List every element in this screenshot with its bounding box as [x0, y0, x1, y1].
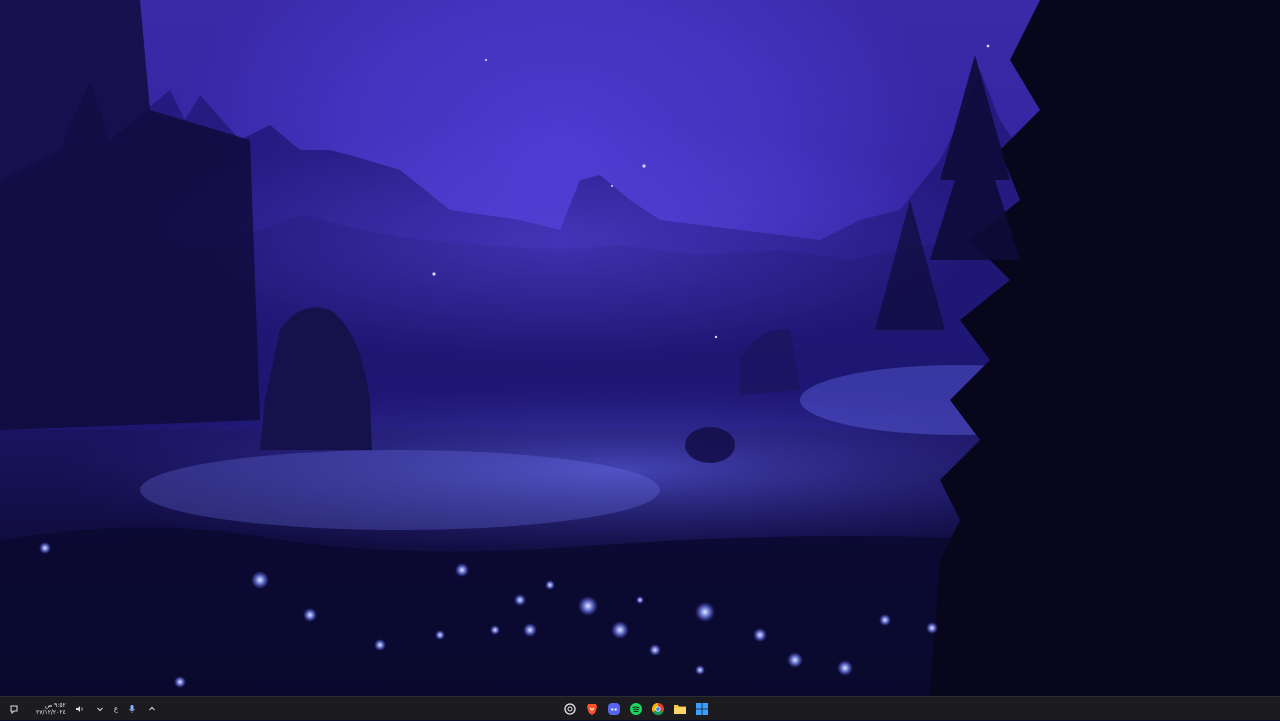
folder-icon[interactable]: [672, 701, 688, 717]
discord-icon[interactable]: [606, 701, 622, 717]
volume-icon[interactable]: [74, 703, 86, 715]
pinned-apps: [562, 697, 710, 721]
spotify-icon[interactable]: [628, 701, 644, 717]
left-forest-shadow: [0, 0, 260, 430]
notification-icon[interactable]: [8, 703, 20, 715]
chrome-icon[interactable]: [650, 701, 666, 717]
clock-date: ٢٧/١٢/٢٠٢٤: [36, 709, 66, 716]
desktop-wallpaper: [0, 0, 1280, 696]
windows-icon[interactable]: [694, 701, 710, 717]
language-indicator[interactable]: ع: [114, 705, 118, 713]
clock-time: ٩:٥٢ ص: [44, 702, 66, 709]
clock[interactable]: ٩:٥٢ ص ٢٧/١٢/٢٠٢٤: [36, 702, 66, 716]
openai-icon[interactable]: [562, 701, 578, 717]
chevron-up-icon[interactable]: [146, 703, 158, 715]
chevron-down-icon[interactable]: [94, 703, 106, 715]
system-tray: ٩:٥٢ ص ٢٧/١٢/٢٠٢٤ ع: [8, 697, 158, 721]
microphone-icon[interactable]: [126, 703, 138, 715]
taskbar: ٩:٥٢ ص ٢٧/١٢/٢٠٢٤ ع: [0, 696, 1280, 720]
brave-icon[interactable]: [584, 701, 600, 717]
wallpaper-scene: [0, 0, 1280, 696]
